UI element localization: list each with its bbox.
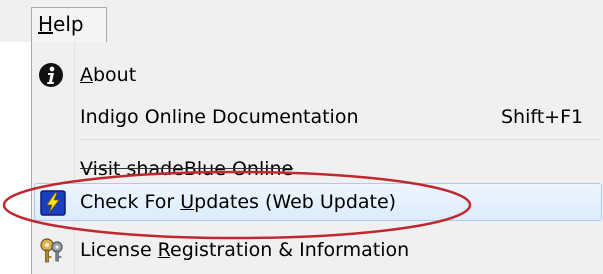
help-dropdown: About Indigo Online Documentation Shift+… xyxy=(31,42,603,274)
menu-help-rest: elp xyxy=(53,12,84,36)
lightning-icon xyxy=(40,190,66,216)
mnemonic: R xyxy=(157,239,171,261)
menu-item-check-updates[interactable]: Check For Updates (Web Update) xyxy=(32,180,603,224)
menu-separator xyxy=(80,139,600,140)
menu-item-license-registration[interactable]: License Registration & Information xyxy=(32,228,603,272)
menu-bar: Help xyxy=(0,0,603,42)
menu-item-about[interactable]: About xyxy=(32,53,603,97)
menu-help[interactable]: Help xyxy=(31,7,107,42)
menu-help-mnemonic: H xyxy=(38,12,54,36)
menu-item-label: Indigo Online Documentation xyxy=(80,106,359,128)
mnemonic: A xyxy=(80,64,93,86)
menu-item-label: Visit shadeBlue Online xyxy=(80,158,294,180)
shortcut-label: Shift+F1 xyxy=(501,106,584,128)
keys-icon xyxy=(38,237,64,263)
menu-item-online-documentation[interactable]: Indigo Online Documentation Shift+F1 xyxy=(32,95,603,139)
info-icon xyxy=(38,62,64,88)
mnemonic: U xyxy=(180,191,195,213)
